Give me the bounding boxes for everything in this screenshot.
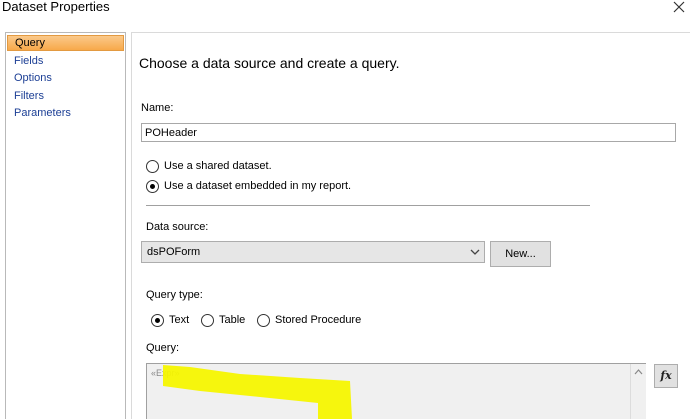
name-field[interactable] [141, 123, 676, 142]
main-panel [131, 32, 690, 419]
sidebar-item-options[interactable]: Options [7, 70, 124, 86]
data-source-select[interactable]: dsPOForm [141, 241, 485, 263]
data-source-value: dsPOForm [147, 246, 201, 258]
query-type-table-radio[interactable] [201, 314, 214, 327]
query-type-text-radio[interactable] [151, 314, 164, 327]
name-label: Name: [141, 102, 174, 114]
embedded-dataset-radio[interactable] [146, 180, 159, 193]
shared-dataset-radio[interactable] [146, 160, 159, 173]
sidebar-nav: Query Fields Options Filters Parameters [5, 32, 126, 419]
divider [146, 205, 590, 206]
query-type-stored-procedure-label: Stored Procedure [275, 314, 362, 326]
query-type-text-label: Text [169, 314, 190, 326]
shared-dataset-label: Use a shared dataset. [164, 160, 272, 172]
chevron-up-icon[interactable] [634, 369, 643, 375]
chevron-down-icon [470, 249, 480, 255]
close-icon[interactable] [672, 0, 686, 14]
sidebar-item-filters[interactable]: Filters [7, 88, 124, 104]
sidebar-item-query[interactable]: Query [7, 35, 124, 51]
query-text: «Expr» [151, 368, 180, 378]
data-source-label: Data source: [146, 221, 209, 233]
expression-button[interactable]: fx [654, 364, 678, 388]
embedded-dataset-label: Use a dataset embedded in my report. [164, 180, 352, 192]
sidebar-item-fields[interactable]: Fields [7, 53, 124, 69]
page-heading: Choose a data source and create a query. [139, 55, 400, 71]
query-type-table-label: Table [219, 314, 246, 326]
sidebar-item-parameters[interactable]: Parameters [7, 105, 124, 121]
query-label: Query: [146, 342, 180, 354]
query-type-stored-procedure-radio[interactable] [257, 314, 270, 327]
query-scrollbar[interactable] [630, 364, 646, 419]
query-editor[interactable]: «Expr» [146, 363, 646, 419]
new-data-source-button[interactable]: New... [490, 241, 551, 267]
window-title: Dataset Properties [2, 0, 110, 14]
title-bar: Dataset Properties [0, 0, 690, 18]
query-type-label: Query type: [146, 289, 203, 301]
